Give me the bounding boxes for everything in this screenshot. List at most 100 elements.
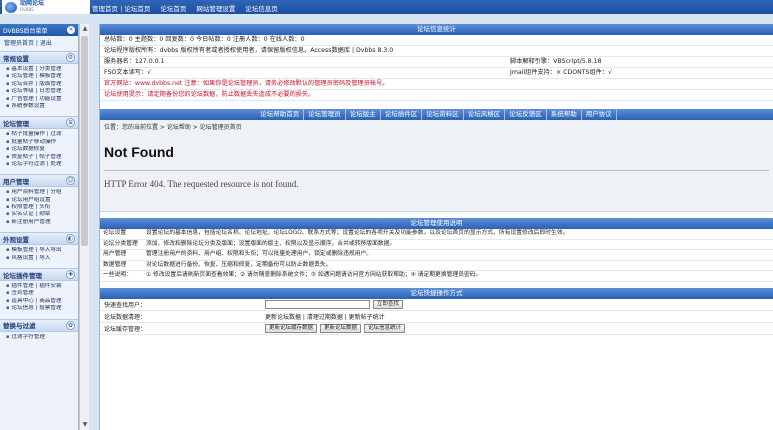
sidebar-section: 用户管理☺用户资料管理 | 分组论坛用户组设置权限管理 | 头衔实名认证 | 勋… — [0, 174, 78, 229]
sidebar-section-header[interactable]: 论坛管理 ≡ — [0, 116, 78, 130]
quick-action-button[interactable]: 更新论坛数据 — [320, 323, 362, 333]
usage-label: 一些说明： — [103, 272, 132, 278]
sidebar-link[interactable]: 论坛数据修复 — [6, 146, 78, 153]
top-nav-item[interactable]: 管理首页 | 论坛首页 — [92, 3, 150, 13]
logo[interactable]: 动网论坛 DVBBS — [2, 0, 90, 14]
sysinfo-text: 服务器名：127.0.0.1 — [104, 58, 165, 65]
sidebar-link[interactable]: 恢复帖子 | 帖子管理 — [6, 154, 78, 161]
usage-title: 论坛管理使用说明 — [100, 218, 773, 229]
usage-value: 设置论坛的基本信息，包括论坛名称、论坛地址、论坛LOGO、联系方式等；设置论坛的… — [146, 230, 569, 236]
sidebar-link[interactable]: 插件管理 | 插件安装 — [6, 283, 78, 290]
top-nav-item[interactable]: 论坛信息页 — [245, 3, 278, 13]
sidebar-link[interactable]: 论坛用户组设置 — [6, 197, 78, 204]
sidebar-link[interactable]: 基本设置 | 分类管理 — [6, 66, 78, 73]
help-tab[interactable]: 论坛版主 — [346, 109, 381, 120]
usage-label: 论坛分类管理 — [103, 240, 138, 247]
help-tab[interactable]: 论坛资料区 — [422, 109, 464, 120]
quick-search-input[interactable] — [265, 299, 370, 309]
sidebar-link[interactable]: 广告管理 | 功能设置 — [6, 96, 78, 103]
logo-subtext: DVBBS — [20, 7, 34, 12]
sidebar-link[interactable]: 签到管理 — [6, 290, 78, 297]
sidebar-link[interactable]: 道具中心 | 商品管理 — [6, 298, 78, 305]
quick-action-button[interactable]: 立即查找 — [373, 299, 404, 309]
sidebar-section-header[interactable]: 外观设置 ◐ — [0, 232, 78, 246]
usage-value: 管理注册用户的资料、用户组、权限和头衔；可以批量处理用户，锁定或删除违规用户。 — [146, 251, 373, 257]
top-bar: 动网论坛 DVBBS 管理首页 | 论坛首页 论坛首页 网站管理设置 论坛信息页 — [0, 0, 773, 14]
sidebar-link[interactable]: 实名认证 | 勋章 — [6, 211, 78, 218]
sidebar-section-title: 常规设置 — [3, 54, 29, 63]
section-toggle-icon[interactable]: ≡ — [66, 118, 75, 128]
sidebar-scrollbar[interactable]: ▲ ▼ — [79, 24, 89, 430]
quick-action-button[interactable]: 更新论坛缓存数据 — [265, 323, 318, 333]
sysinfo-right-text: 脚本解释引擎：VBScript/5.8.18 — [510, 58, 602, 65]
sysinfo-right-text: Jmail组件支持：× CDONTS组件：√ — [510, 69, 612, 76]
sidebar-section-title: 论坛管理 — [3, 119, 29, 128]
sidebar-section: 常规设置 ⚙ 基本设置 | 分类管理论坛管理 | 模板管理论坛合并 | 版面管理论坛… — [0, 51, 78, 113]
sidebar-section-header[interactable]: 用户管理 ☺ — [0, 174, 78, 188]
section-toggle-icon[interactable]: ✚ — [66, 270, 75, 280]
help-tab[interactable]: 论坛反馈区 — [505, 109, 547, 120]
section-toggle-icon[interactable]: ☺ — [66, 176, 75, 186]
usage-label: 论坛设置 — [103, 230, 127, 236]
sidebar-section-header[interactable]: 常规设置 ⚙ — [0, 51, 78, 64]
usage-value: 对论坛数据进行备份、恢复、压缩和修复，定期备份可以防止数据丢失。 — [146, 261, 332, 268]
sidebar-link[interactable]: 模板管理 | 导入导出 — [6, 247, 78, 254]
scroll-down-icon[interactable]: ▼ — [80, 420, 90, 430]
sysinfo-row: 论坛使用提示：请定期备份您的论坛数据，防止数据丢失造成不必要的损失。 — [100, 90, 773, 101]
sidebar-user-links[interactable]: 管理员首页 | 退出 — [0, 36, 78, 48]
quick-title: 论坛快捷操作方式 — [100, 287, 773, 299]
sidebar-link[interactable]: 批量帖子移动操作 — [6, 139, 78, 146]
sidebar-link[interactable]: 权限管理 | 头衔 — [6, 204, 78, 211]
usage-value: ① 修改设置后请刷新页面查看效果；② 请勿随意删除系统文件；③ 如遇问题请访问官… — [146, 272, 482, 278]
sysinfo-text: 总帖数：0 主题数：0 回复数：0 今日帖数：0 注册人数：0 在线人数：0 — [104, 36, 305, 43]
section-toggle-icon[interactable]: ⚙ — [66, 53, 75, 62]
sidebar-section-items: 过滤字符管理 — [0, 332, 78, 344]
sidebar-link[interactable]: 过滤字符管理 — [6, 334, 78, 341]
quick-links[interactable]: 更新论坛数据 | 清理过期数据 | 更新帖子统计 — [265, 312, 385, 321]
scrollbar-thumb[interactable] — [81, 36, 88, 246]
sysinfo-title: 论坛信息统计 — [100, 24, 773, 35]
sidebar-link[interactable]: 新注册用户管理 — [6, 219, 78, 226]
usage-label: 用户管理 — [103, 251, 127, 257]
sidebar-link[interactable]: 用户资料管理 | 分组 — [6, 189, 78, 196]
top-nav: 管理首页 | 论坛首页 论坛首页 网站管理设置 论坛信息页 — [92, 3, 278, 13]
usage-row: 数据管理 对论坛数据进行备份、恢复、压缩和修复，定期备份可以防止数据丢失。 — [100, 261, 773, 271]
sidebar-section-header[interactable]: 论坛插件管理 ✚ — [0, 268, 78, 282]
sidebar-section-header[interactable]: 替换与过滤 ✿ — [0, 318, 78, 332]
sidebar-link[interactable]: 论坛合并 | 版面管理 — [6, 81, 78, 88]
sidebar-section-items: 用户资料管理 | 分组论坛用户组设置权限管理 | 头衔实名认证 | 勋章新注册用… — [0, 187, 78, 229]
help-tabs: 论坛帮助首页 论坛管理员 论坛版主 论坛插件区 论坛资料区 论坛风格区 论坛反馈区 系统帮助用… — [100, 109, 773, 120]
section-toggle-icon[interactable]: ◐ — [66, 234, 75, 244]
sysinfo-rows: 总帖数：0 主题数：0 回复数：0 今日帖数：0 注册人数：0 在线人数：0 论坛… — [100, 35, 773, 101]
scroll-up-icon[interactable]: ▲ — [80, 24, 90, 34]
quick-section: 论坛快捷操作方式 快速查找用户： 立即查找 论坛数据清理： 更新论坛数据 | 清理过期… — [100, 287, 773, 335]
sidebar-section: 论坛管理 ≡ 帖子批量操作 | 过滤批量帖子移动操作论坛数据修复恢复帖子 | 帖子管… — [0, 116, 78, 171]
quick-action-button[interactable]: 论坛信息统计 — [364, 323, 406, 333]
sysinfo-text: 论坛使用提示：请定期备份您的论坛数据，防止数据丢失造成不必要的损失。 — [104, 91, 315, 98]
help-tab[interactable]: 论坛帮助首页 — [256, 109, 305, 120]
sidebar-section: 替换与过滤 ✿ 过滤字符管理 — [0, 318, 78, 344]
sidebar-link[interactable]: 论坛管理 | 模板管理 — [6, 73, 78, 80]
help-tab[interactable]: 论坛插件区 — [381, 109, 423, 120]
usage-section: 论坛管理使用说明 论坛设置 设置论坛的基本信息，包括论坛名称、论坛地址、论坛LOG… — [100, 218, 773, 282]
sidebar-link[interactable]: 论坛字符过滤 | 处理 — [6, 161, 78, 168]
help-tab[interactable]: 论坛风格区 — [464, 109, 506, 120]
sidebar-link[interactable]: 帖子批量操作 | 过滤 — [6, 131, 78, 138]
help-tab[interactable]: 论坛管理员 — [304, 109, 346, 120]
top-nav-item[interactable]: 网站管理设置 — [196, 3, 235, 13]
sysinfo-row: 总帖数：0 主题数：0 回复数：0 今日帖数：0 注册人数：0 在线人数：0 — [100, 35, 773, 46]
collapse-icon[interactable]: × — [67, 26, 75, 34]
sidebar-section-items: 插件管理 | 插件安装签到管理道具中心 | 商品管理论坛信息 | 投票管理 — [0, 281, 78, 316]
sidebar-link[interactable]: 系统参数设置 — [6, 103, 78, 110]
logo-mark-icon — [5, 1, 17, 13]
section-toggle-icon[interactable]: ✿ — [66, 320, 75, 330]
help-tab[interactable]: 用户协议 — [582, 109, 617, 120]
sidebar-link[interactable]: 论坛等级 | 日志管理 — [6, 88, 78, 95]
help-tab[interactable]: 系统帮助 — [547, 109, 582, 120]
sidebar-link[interactable]: 风格设置 | 导入 — [6, 255, 78, 262]
sidebar-title: DVBBS后台菜单 — [3, 27, 48, 35]
quick-label: 快速查找用户： — [104, 301, 147, 309]
sidebar-link[interactable]: 论坛信息 | 投票管理 — [6, 305, 78, 312]
sysinfo-text: FSO文本读写：√ — [104, 69, 152, 76]
top-nav-item[interactable]: 论坛首页 — [160, 3, 186, 13]
